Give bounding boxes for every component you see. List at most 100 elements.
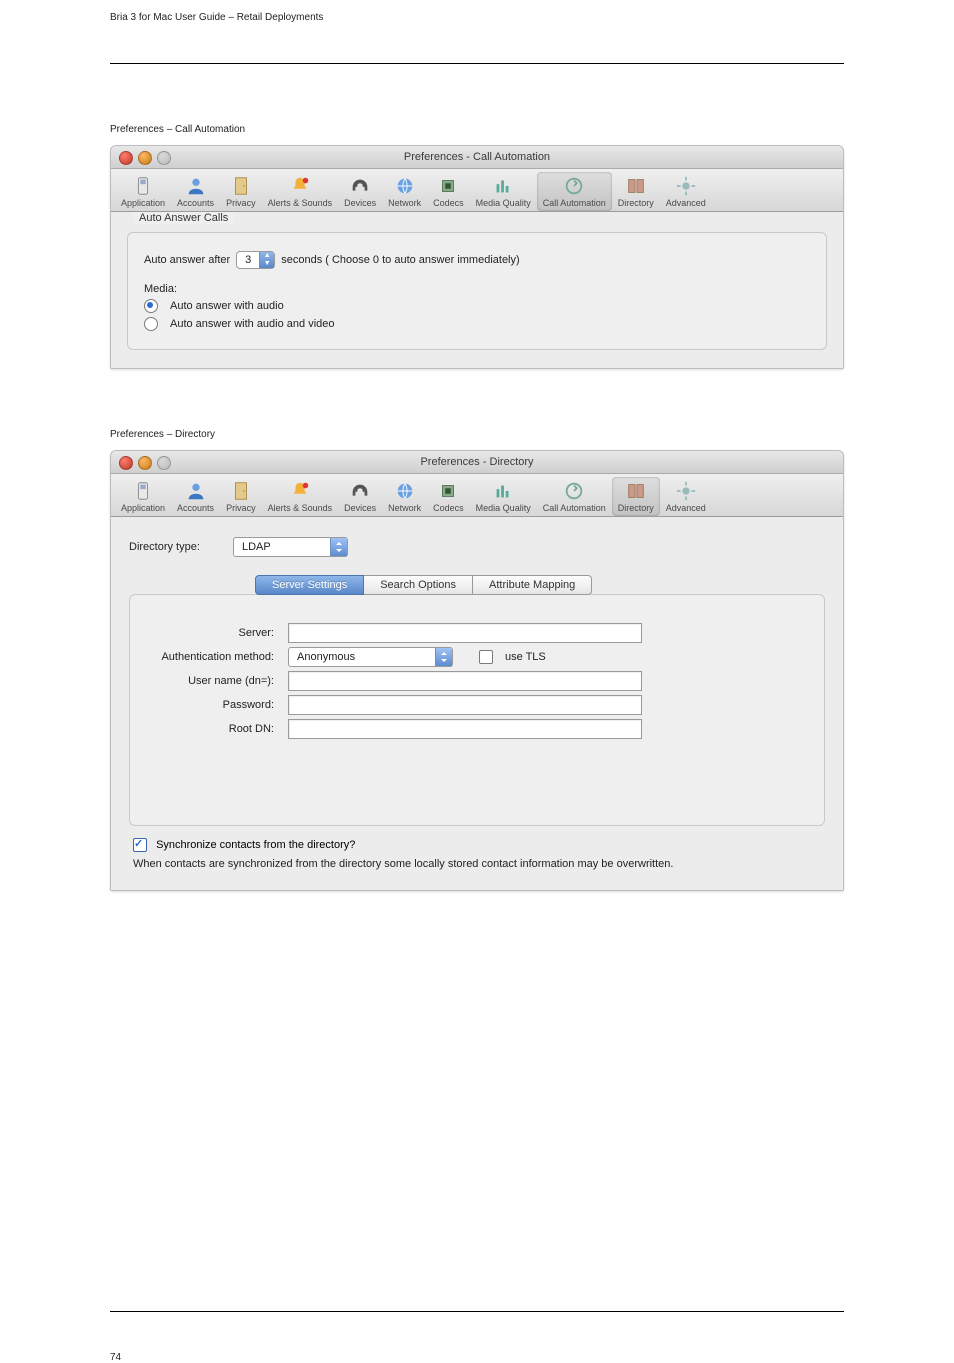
- chevron-updown-icon: [435, 648, 452, 666]
- preferences-toolbar: Application Accounts Privacy Alerts & So…: [111, 474, 843, 517]
- globe-icon: [393, 174, 417, 198]
- phone-icon: [131, 174, 155, 198]
- tab-accounts[interactable]: Accounts: [171, 477, 220, 516]
- phone-icon: [131, 479, 155, 503]
- bell-icon: [288, 174, 312, 198]
- globe-icon: [393, 479, 417, 503]
- sync-contacts-checkbox[interactable]: [133, 838, 147, 852]
- book-icon: [624, 479, 648, 503]
- tab-privacy[interactable]: Privacy: [220, 172, 262, 211]
- tab-codecs[interactable]: Codecs: [427, 172, 470, 211]
- equalizer-icon: [491, 174, 515, 198]
- radio-audio[interactable]: [144, 299, 158, 313]
- window-titlebar: Preferences - Call Automation: [111, 146, 843, 169]
- header-left: Bria 3 for Mac User Guide – Retail Deplo…: [110, 12, 323, 23]
- page-number: 74: [110, 1352, 121, 1363]
- zoom-icon: [157, 151, 171, 165]
- server-label: Server:: [148, 627, 274, 639]
- radio-audio-video[interactable]: [144, 317, 158, 331]
- server-settings-box: Server: Authentication method: Anonymous…: [129, 594, 825, 826]
- directory-type-label: Directory type:: [129, 541, 219, 553]
- window-title: Preferences - Directory: [420, 456, 533, 468]
- tab-network[interactable]: Network: [382, 477, 427, 516]
- headset-icon: [348, 174, 372, 198]
- user-icon: [184, 479, 208, 503]
- stepper-up-icon[interactable]: ▲: [260, 252, 274, 260]
- stepper-down-icon[interactable]: ▼: [260, 260, 274, 268]
- auto-answer-value: 3: [237, 252, 259, 268]
- sync-help-text: When contacts are synchronized from the …: [129, 852, 825, 882]
- rootdn-field[interactable]: [288, 719, 642, 739]
- auto-answer-suffix: seconds ( Choose 0 to auto answer immedi…: [281, 254, 519, 266]
- tab-application[interactable]: Application: [115, 172, 171, 211]
- bell-icon: [288, 479, 312, 503]
- door-icon: [229, 174, 253, 198]
- auto-answer-prefix: Auto answer after: [144, 254, 230, 266]
- chip-icon: [436, 479, 460, 503]
- user-icon: [184, 174, 208, 198]
- zoom-icon: [157, 456, 171, 470]
- auth-method-label: Authentication method:: [148, 651, 274, 663]
- automation-icon: [562, 479, 586, 503]
- username-label: User name (dn=):: [148, 675, 274, 687]
- radio-audio-video-label: Auto answer with audio and video: [170, 318, 335, 330]
- tab-advanced[interactable]: Advanced: [660, 172, 712, 211]
- password-field[interactable]: [288, 695, 642, 715]
- auth-method-value: Anonymous: [289, 648, 435, 666]
- tab-alerts-sounds[interactable]: Alerts & Sounds: [262, 172, 339, 211]
- window-titlebar: Preferences - Directory: [111, 451, 843, 474]
- username-field[interactable]: [288, 671, 642, 691]
- tab-application[interactable]: Application: [115, 477, 171, 516]
- minimize-icon[interactable]: [138, 456, 152, 470]
- preferences-toolbar: Application Accounts Privacy Alerts & So…: [111, 169, 843, 212]
- rootdn-label: Root DN:: [148, 723, 274, 735]
- server-field[interactable]: [288, 623, 642, 643]
- tab-codecs[interactable]: Codecs: [427, 477, 470, 516]
- close-icon[interactable]: [119, 456, 133, 470]
- subtab-search-options[interactable]: Search Options: [364, 575, 473, 595]
- window-title: Preferences - Call Automation: [404, 151, 550, 163]
- tab-call-automation[interactable]: Call Automation: [537, 172, 612, 211]
- tab-media-quality[interactable]: Media Quality: [470, 172, 537, 211]
- radio-audio-label: Auto answer with audio: [170, 300, 284, 312]
- close-icon[interactable]: [119, 151, 133, 165]
- use-tls-checkbox[interactable]: [479, 650, 493, 664]
- door-icon: [229, 479, 253, 503]
- tab-network[interactable]: Network: [382, 172, 427, 211]
- tab-call-automation[interactable]: Call Automation: [537, 477, 612, 516]
- directory-type-select[interactable]: LDAP: [233, 537, 348, 557]
- subtab-attribute-mapping[interactable]: Attribute Mapping: [473, 575, 592, 595]
- subtab-server-settings[interactable]: Server Settings: [255, 575, 364, 595]
- automation-icon: [562, 174, 586, 198]
- tab-devices[interactable]: Devices: [338, 477, 382, 516]
- auth-method-select[interactable]: Anonymous: [288, 647, 453, 667]
- tab-accounts[interactable]: Accounts: [171, 172, 220, 211]
- panel-directory: Preferences - Directory Application Acco…: [110, 450, 844, 891]
- tab-media-quality[interactable]: Media Quality: [470, 477, 537, 516]
- tab-advanced[interactable]: Advanced: [660, 477, 712, 516]
- tab-directory[interactable]: Directory: [612, 172, 660, 211]
- section-title-call-automation: Preferences – Call Automation: [110, 124, 844, 135]
- section-title-directory: Preferences – Directory: [110, 429, 844, 440]
- equalizer-icon: [491, 479, 515, 503]
- directory-subtabs: Server Settings Search Options Attribute…: [255, 575, 825, 595]
- minimize-icon[interactable]: [138, 151, 152, 165]
- tab-devices[interactable]: Devices: [338, 172, 382, 211]
- use-tls-label: use TLS: [505, 651, 546, 663]
- password-label: Password:: [148, 699, 274, 711]
- tab-privacy[interactable]: Privacy: [220, 477, 262, 516]
- sync-contacts-label: Synchronize contacts from the directory?: [156, 839, 355, 851]
- media-label: Media:: [144, 283, 177, 295]
- book-icon: [624, 174, 648, 198]
- headset-icon: [348, 479, 372, 503]
- auto-answer-stepper[interactable]: 3 ▲▼: [236, 251, 275, 269]
- gear-icon: [674, 174, 698, 198]
- chevron-updown-icon: [330, 538, 347, 556]
- panel-call-automation: Preferences - Call Automation Applicatio…: [110, 145, 844, 369]
- tab-alerts-sounds[interactable]: Alerts & Sounds: [262, 477, 339, 516]
- chip-icon: [436, 174, 460, 198]
- group-label-auto-answer: Auto Answer Calls: [133, 212, 234, 224]
- directory-type-value: LDAP: [234, 538, 330, 556]
- tab-directory[interactable]: Directory: [612, 477, 660, 516]
- gear-icon: [674, 479, 698, 503]
